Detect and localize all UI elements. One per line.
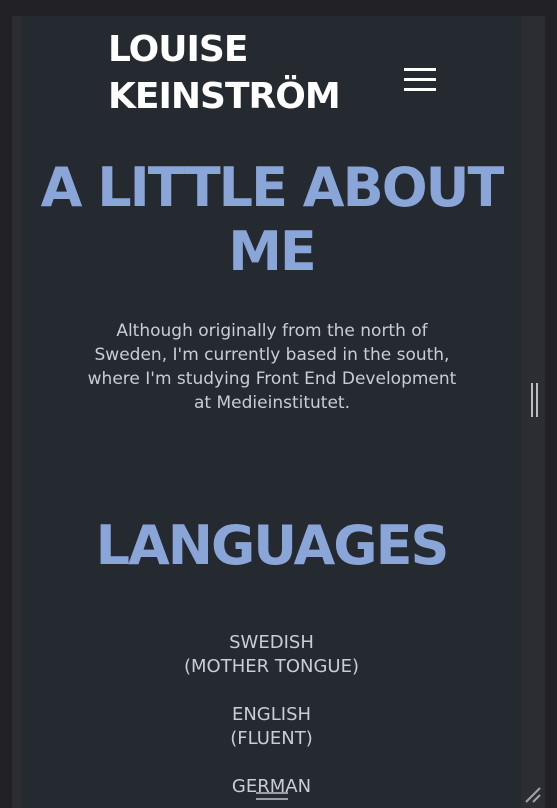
scrollbar-thumb[interactable]	[530, 383, 538, 417]
hamburger-menu-icon[interactable]	[404, 68, 436, 92]
language-level: (FLUENT)	[230, 728, 313, 749]
left-rail	[12, 16, 22, 808]
languages-list: SWEDISH (MOTHER TONGUE) ENGLISH (FLUENT)…	[22, 631, 521, 808]
language-name: ENGLISH	[231, 704, 312, 725]
brand-line-2: KEINSTRÖM	[108, 76, 341, 117]
window-top-border	[0, 0, 557, 16]
resize-grip-icon[interactable]	[524, 786, 542, 804]
about-heading-line-1: A LITTLE ABOUT	[40, 156, 505, 219]
outer-right-border	[545, 16, 557, 808]
language-item-swedish: SWEDISH (MOTHER TONGUE)	[22, 631, 521, 679]
drag-handle-icon[interactable]	[256, 792, 288, 802]
about-paragraph: Although originally from the north of Sw…	[87, 321, 457, 413]
languages-heading: LANGUAGES	[95, 514, 450, 577]
language-name: SWEDISH	[229, 632, 314, 653]
brand-line-1: LOUISE	[108, 29, 248, 70]
page-viewport: LOUISE KEINSTRÖM A LITTLE ABOUT ME Altho…	[22, 16, 521, 808]
about-heading: A LITTLE ABOUT ME	[22, 156, 521, 284]
brand-name[interactable]: LOUISE KEINSTRÖM	[108, 26, 341, 120]
language-item-english: ENGLISH (FLUENT)	[22, 703, 521, 751]
about-heading-line-2: ME	[228, 220, 317, 283]
language-level: (MOTHER TONGUE)	[184, 656, 359, 677]
